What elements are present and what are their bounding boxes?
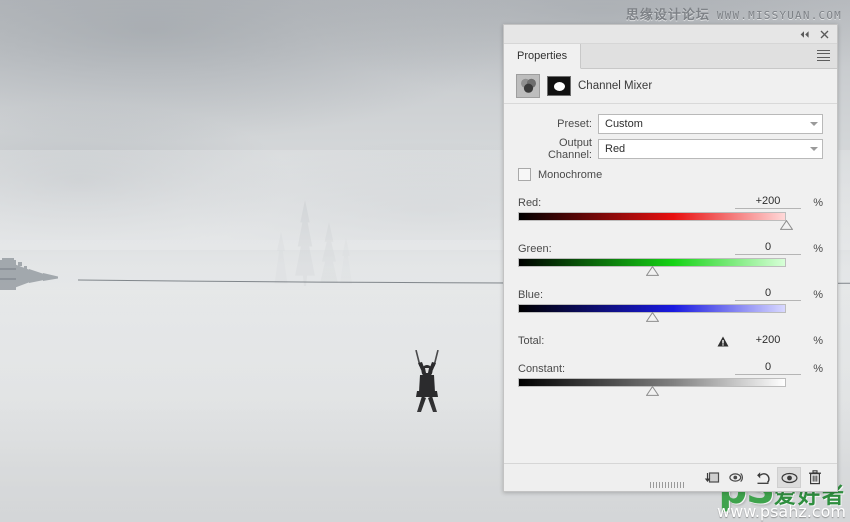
channel-mixer-icon[interactable]	[516, 74, 540, 98]
slider-blue-value[interactable]: 0	[735, 287, 801, 301]
conifer-tree	[320, 222, 338, 283]
slider-constant-thumb[interactable]	[645, 386, 659, 396]
properties-panel: Properties Channel Mixer Preset: Custom	[503, 24, 838, 492]
zipline-tower	[0, 258, 58, 290]
slider-constant-track-wrap[interactable]	[518, 378, 823, 396]
output-channel-label: Output Channel:	[547, 137, 592, 161]
monochrome-checkbox[interactable]	[518, 168, 531, 181]
slider-green-unit: %	[813, 243, 823, 255]
slider-green-header: Green: 0 %	[518, 239, 823, 255]
slider-green: Green: 0 %	[518, 239, 823, 276]
preset-value: Custom	[605, 118, 643, 130]
slider-constant: Constant: 0 %	[518, 359, 823, 396]
toggle-visibility-button[interactable]	[777, 467, 801, 488]
slider-red-value[interactable]: +200	[735, 195, 801, 209]
total-value: +200	[755, 334, 781, 346]
output-channel-select[interactable]: Red	[598, 139, 823, 159]
conifer-tree	[295, 200, 315, 286]
slider-constant-value[interactable]: 0	[735, 361, 801, 375]
preset-label: Preset:	[557, 118, 592, 130]
slider-green-value[interactable]: 0	[735, 241, 801, 255]
close-icon[interactable]	[815, 27, 833, 42]
view-previous-state-button[interactable]	[725, 467, 749, 488]
slider-green-label: Green:	[518, 243, 552, 255]
panel-body: Preset: Custom Output Channel: Red Monoc…	[504, 104, 837, 463]
panel-menu-icon[interactable]	[817, 50, 830, 61]
slider-constant-label: Constant:	[518, 363, 566, 375]
slider-red-unit: %	[813, 197, 823, 209]
slider-blue-track-wrap[interactable]	[518, 304, 823, 322]
slider-red: Red: +200 %	[518, 193, 823, 230]
slider-red-header: Red: +200 %	[518, 193, 823, 209]
resize-grip[interactable]	[650, 482, 686, 488]
slider-green-thumb[interactable]	[645, 266, 659, 276]
layer-mask-thumbnail[interactable]	[547, 76, 571, 96]
clip-to-layer-button[interactable]	[699, 467, 723, 488]
slider-blue-label: Blue:	[518, 289, 544, 301]
total-label: Total:	[518, 335, 545, 347]
monochrome-label: Monochrome	[538, 168, 603, 181]
panel-titlebar	[504, 25, 837, 44]
adjustment-title: Channel Mixer	[578, 80, 653, 92]
preset-select[interactable]: Custom	[598, 114, 823, 134]
slider-red-track[interactable]	[518, 212, 786, 221]
slider-blue-thumb[interactable]	[645, 312, 659, 322]
mask-shape	[553, 81, 565, 91]
slider-red-track-wrap[interactable]	[518, 212, 823, 230]
total-header: Total: +200 %	[518, 331, 823, 347]
chevron-down-icon	[810, 147, 818, 151]
panel-tab-bar: Properties	[504, 44, 837, 69]
output-channel-row: Output Channel: Red	[518, 137, 823, 161]
tab-properties[interactable]: Properties	[504, 44, 582, 69]
slider-blue-unit: %	[813, 289, 823, 301]
reset-button[interactable]	[751, 467, 775, 488]
chevron-down-icon	[810, 122, 818, 126]
slider-red-label: Red:	[518, 197, 542, 209]
slider-constant-header: Constant: 0 %	[518, 359, 823, 375]
preset-row: Preset: Custom	[518, 114, 823, 134]
slider-constant-unit: %	[813, 363, 823, 375]
conifer-tree	[274, 232, 288, 284]
output-channel-value: Red	[605, 143, 626, 155]
monochrome-row: Monochrome	[518, 168, 823, 181]
slider-red-thumb[interactable]	[779, 220, 793, 230]
adjustment-header: Channel Mixer	[504, 69, 837, 104]
slider-blue-header: Blue: 0 %	[518, 285, 823, 301]
tab-properties-label: Properties	[517, 50, 568, 62]
warning-triangle-icon	[717, 336, 729, 347]
conifer-tree	[339, 238, 353, 284]
zipline-rider	[415, 350, 439, 412]
slider-blue: Blue: 0 %	[518, 285, 823, 322]
total-row: Total: +200 %	[518, 331, 823, 347]
delete-layer-button[interactable]	[803, 467, 827, 488]
slider-green-track-wrap[interactable]	[518, 258, 823, 276]
collapse-double-chevron-icon[interactable]	[795, 27, 813, 42]
total-unit: %	[813, 335, 823, 347]
